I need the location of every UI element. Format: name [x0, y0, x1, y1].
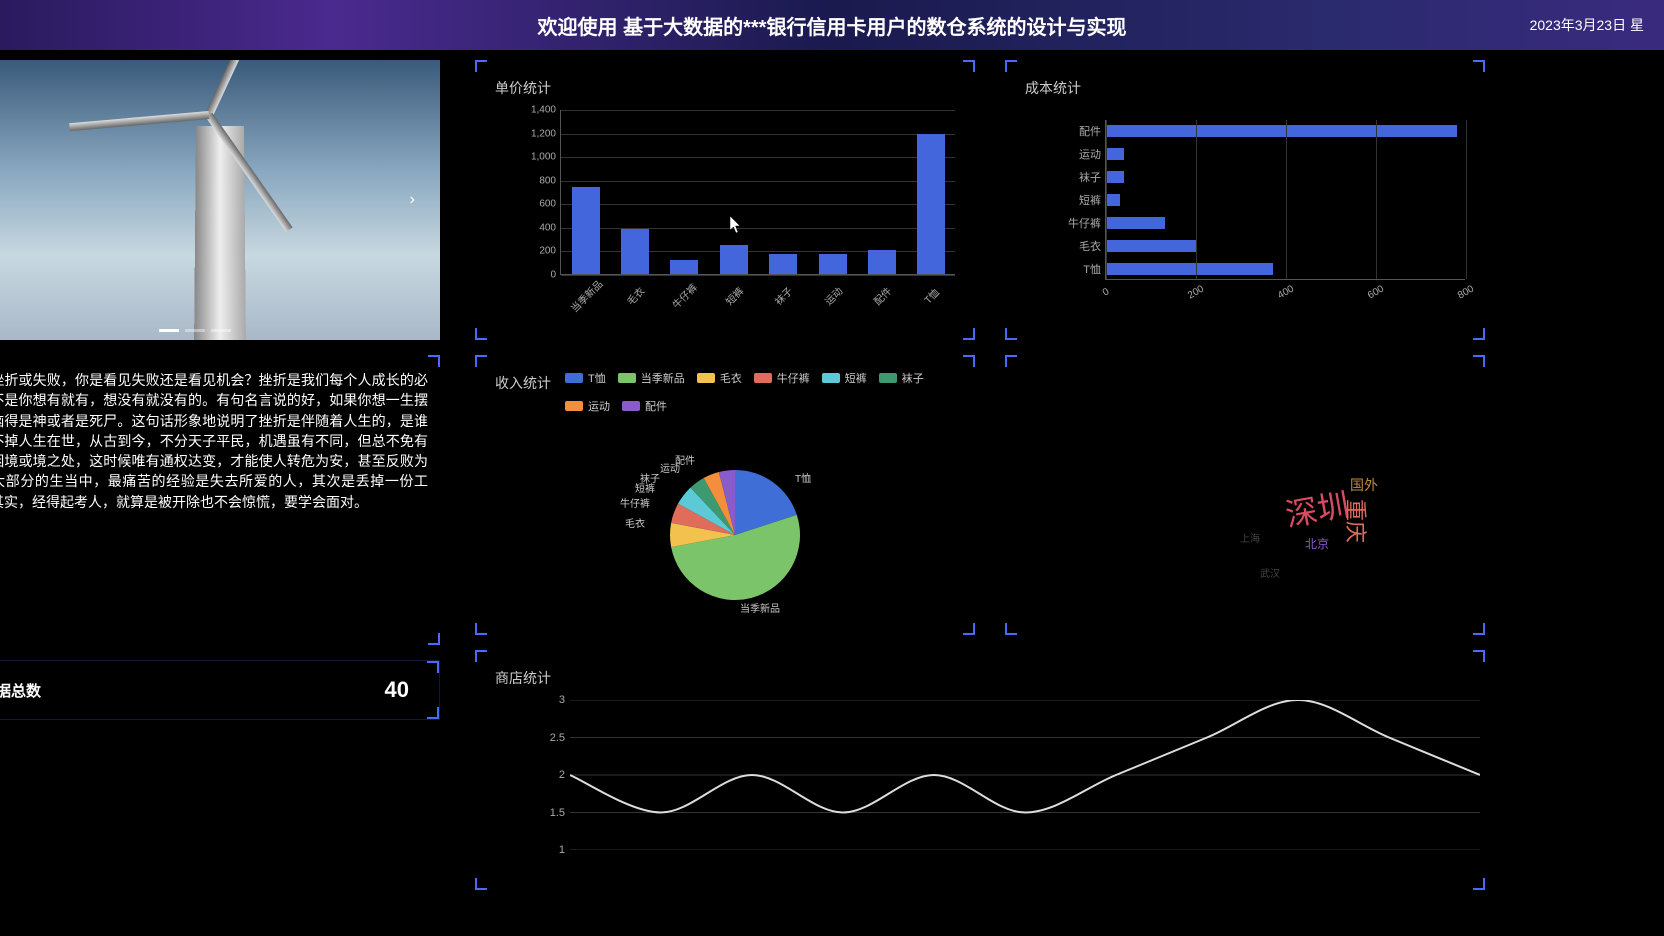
hbar-chart-title: 成本统计 [1005, 60, 1485, 108]
carousel-next-icon[interactable]: › [410, 191, 415, 209]
carousel-panel: › [0, 60, 440, 340]
cursor-icon [730, 216, 742, 234]
pie-chart-title: 收入统计 [475, 355, 551, 403]
bar-chart-title: 单价统计 [475, 60, 975, 108]
hbar-chart-panel: 成本统计 配件运动袜子短裤牛仔裤毛衣T恤0200400600800 [1005, 60, 1485, 340]
line-chart-title: 商店统计 [475, 650, 1485, 698]
bar-chart-panel: 单价统计 02004006008001,0001,2001,400当季新品毛衣牛… [475, 60, 975, 340]
header: 欢迎使用 基于大数据的***银行信用卡用户的数仓系统的设计与实现 2023年3月… [0, 0, 1664, 50]
page-title: 欢迎使用 基于大数据的***银行信用卡用户的数仓系统的设计与实现 [538, 11, 1127, 40]
carousel-dots[interactable] [159, 329, 231, 332]
data-total-panel: 数据总数 40 [0, 660, 440, 720]
data-total-label: 数据总数 [0, 680, 41, 701]
data-total-value: 40 [385, 677, 409, 703]
header-date: 2023年3月23日 星 [1530, 15, 1644, 35]
line-chart-panel: 商店统计 11.522.53 [475, 650, 1485, 890]
pie-chart [655, 455, 815, 615]
pie-chart-panel: 收入统计 T恤当季新品毛衣牛仔裤短裤袜子运动配件 T恤当季新品毛衣牛仔裤短裤袜子… [475, 355, 975, 635]
wordcloud-panel: 深圳重庆国外北京上海武汉 [1005, 355, 1485, 635]
text-panel: 遇到挫折或失败，你是看见失败还是看见机会？挫折是我们每个人成长的必经历不是你想有… [0, 355, 440, 645]
text-body: 遇到挫折或失败，你是看见失败还是看见机会？挫折是我们每个人成长的必经历不是你想有… [0, 370, 428, 512]
